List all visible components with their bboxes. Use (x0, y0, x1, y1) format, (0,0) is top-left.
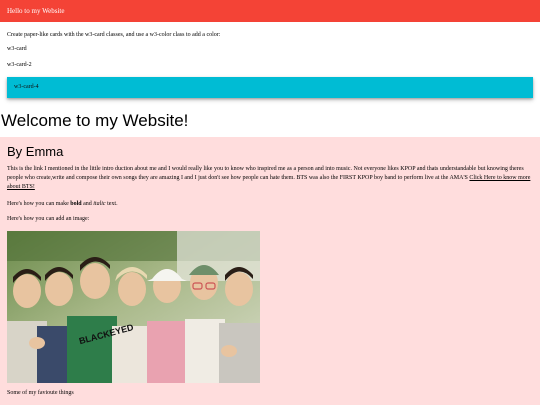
bold-text: bold (70, 201, 82, 207)
w3-card-4-label: w3-card-4 (14, 84, 39, 90)
format-and: and (83, 201, 92, 207)
w3-card-4: w3-card-4 (7, 77, 533, 98)
author-byline: By Emma (7, 144, 64, 159)
w3-card-label: w3-card (7, 46, 27, 52)
header-title: Hello to my Website (7, 7, 65, 15)
italic-text: italic (93, 201, 106, 207)
image-intro-line: Here's how you can add an image: (7, 216, 90, 222)
format-prefix: Here's how you can make (7, 201, 69, 207)
header-bar: Hello to my Website (0, 0, 540, 22)
format-example-line: Here's how you can make bold and italic … (7, 200, 118, 208)
cards-intro-text: Create paper-like cards with the w3-card… (7, 32, 221, 38)
page-title: Welcome to my Website! (1, 111, 189, 130)
group-photo: BLACKEYED (7, 231, 260, 383)
format-suffix: text. (107, 201, 118, 207)
favorites-line: Some of my favioute things (7, 390, 74, 396)
w3-card-2-label: w3-card-2 (7, 62, 32, 68)
paragraph-text: This is the link I mentioned in the litt… (7, 166, 524, 182)
intro-paragraph: This is the link I mentioned in the litt… (7, 165, 534, 193)
